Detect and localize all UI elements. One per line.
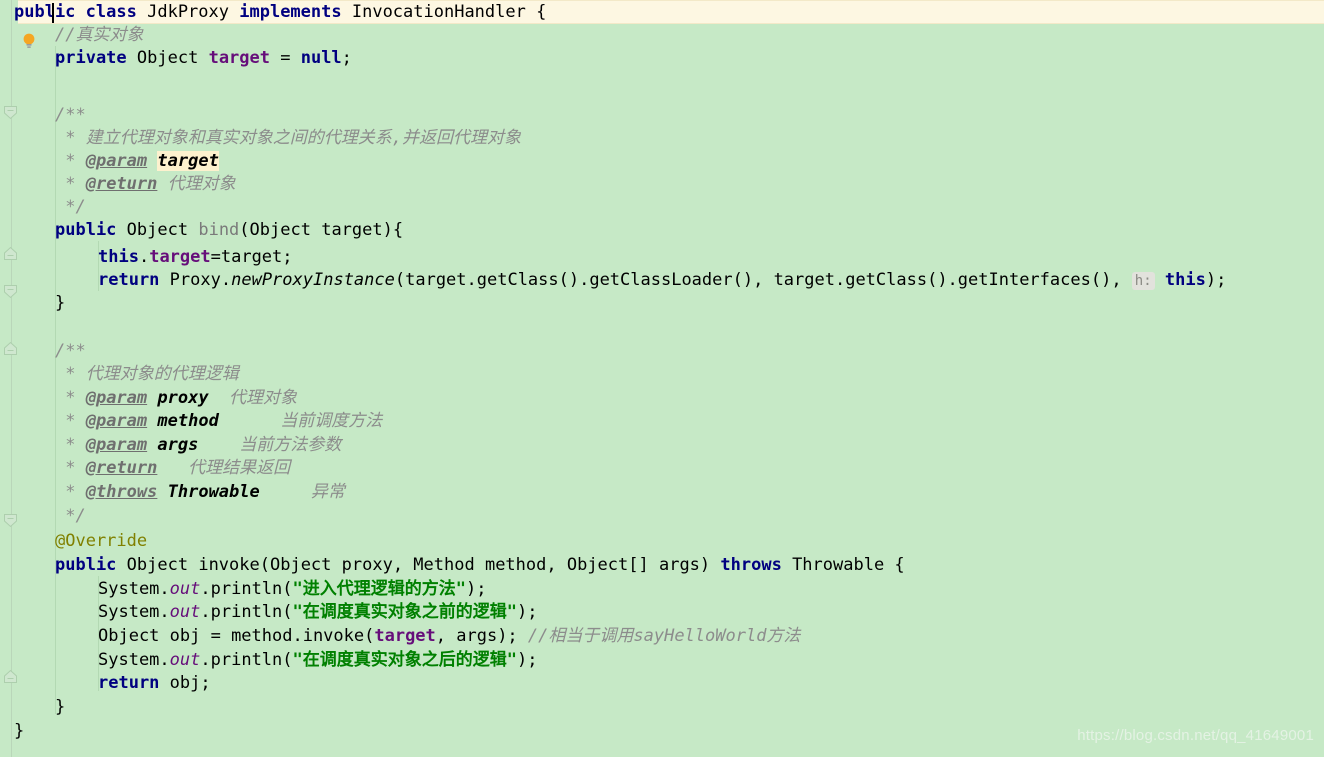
code-line[interactable]: System.out.println("进入代理逻辑的方法"); [98, 578, 486, 601]
code-line[interactable]: public class JdkProxy implements Invocat… [14, 1, 546, 24]
code-line[interactable]: } [55, 292, 65, 315]
text-caret [52, 3, 54, 23]
code-line[interactable]: public Object invoke(Object proxy, Metho… [55, 554, 905, 577]
code-line[interactable]: /** [55, 340, 86, 363]
watermark: https://blog.csdn.net/qq_41649001 [1077, 727, 1314, 744]
fold-collapse-icon[interactable] [3, 512, 18, 528]
code-line[interactable]: * @param args 当前方法参数 [55, 434, 341, 457]
code-line[interactable]: public Object bind(Object target){ [55, 219, 403, 242]
code-line[interactable]: } [14, 720, 24, 743]
code-line[interactable]: * @param method 当前调度方法 [55, 410, 382, 433]
code-line[interactable]: return Proxy.newProxyInstance(target.get… [98, 269, 1226, 292]
code-line[interactable]: * 代理对象的代理逻辑 [55, 363, 238, 386]
code-line[interactable]: */ [55, 505, 85, 528]
code-line[interactable]: System.out.println("在调度真实对象之后的逻辑"); [98, 649, 537, 672]
code-line[interactable]: */ [55, 196, 85, 219]
code-line[interactable]: * @param target [55, 150, 219, 173]
code-editor[interactable]: public class JdkProxy implements Invocat… [0, 0, 1324, 757]
fold-collapse-icon[interactable] [3, 245, 18, 260]
code-line[interactable]: * @param proxy 代理对象 [55, 387, 297, 410]
code-line[interactable]: @Override [55, 530, 147, 553]
fold-collapse-icon[interactable] [3, 340, 18, 355]
code-line[interactable]: * @throws Throwable 异常 [55, 481, 345, 504]
code-line[interactable]: * 建立代理对象和真实对象之间的代理关系,并返回代理对象 [55, 127, 521, 150]
lightbulb-icon[interactable] [21, 32, 37, 50]
code-line[interactable]: return obj; [98, 672, 211, 695]
code-line[interactable]: //真实对象 [55, 24, 143, 47]
code-line[interactable]: Object obj = method.invoke(target, args)… [98, 625, 800, 648]
fold-collapse-icon[interactable] [3, 104, 18, 120]
code-line[interactable]: System.out.println("在调度真实对象之前的逻辑"); [98, 601, 537, 624]
code-line[interactable]: /** [55, 104, 86, 127]
code-line[interactable]: * @return 代理对象 [55, 173, 235, 196]
code-line[interactable]: } [55, 696, 65, 719]
fold-collapse-icon[interactable] [3, 668, 18, 683]
code-line[interactable]: private Object target = null; [55, 47, 352, 70]
fold-collapse-icon[interactable] [3, 283, 18, 299]
editor-gutter[interactable] [0, 0, 18, 757]
code-line[interactable]: * @return 代理结果返回 [55, 457, 290, 480]
code-line[interactable]: this.target=target; [98, 246, 293, 269]
